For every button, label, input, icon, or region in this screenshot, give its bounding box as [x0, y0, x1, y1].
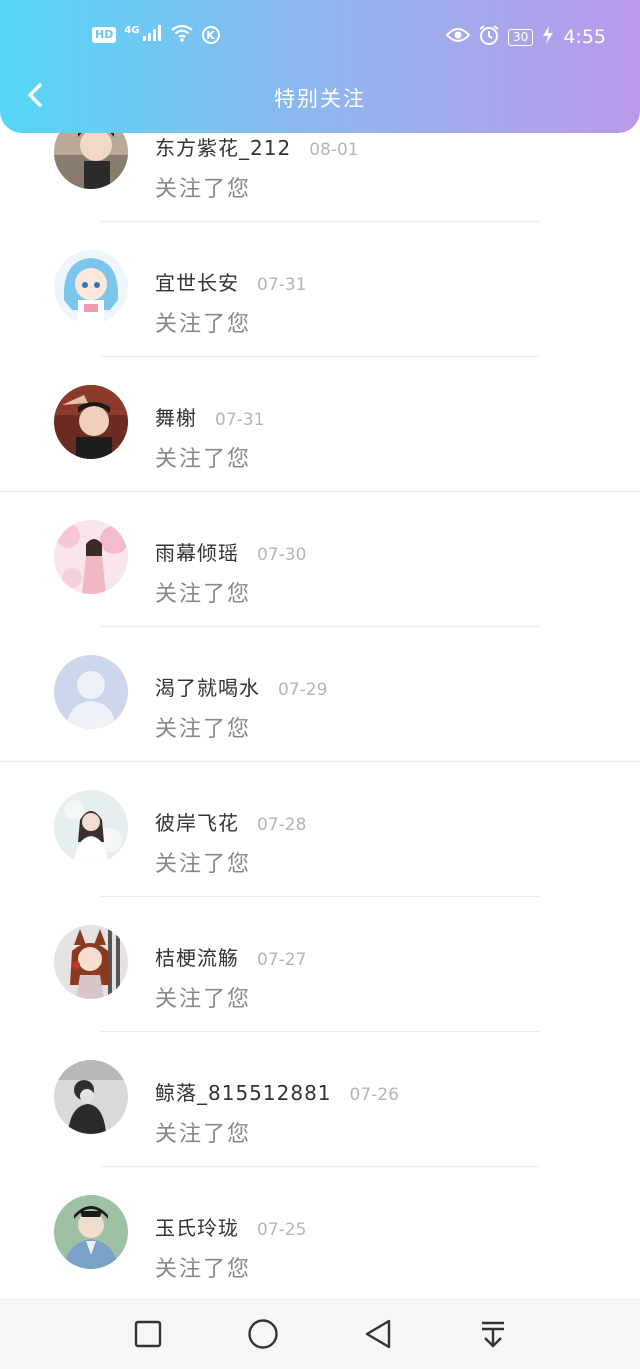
name-row: 渴了就喝水 07-29 — [155, 672, 327, 701]
name-row: 桔梗流觞 07-27 — [155, 942, 306, 971]
recent-apps-button[interactable] — [128, 1314, 168, 1354]
user-name[interactable]: 彼岸飞花 — [155, 807, 239, 836]
follow-date: 08-01 — [309, 140, 359, 160]
charging-icon — [541, 26, 555, 48]
list-item[interactable]: 舞榭 07-31 关注了您 — [0, 357, 640, 492]
avatar[interactable] — [54, 790, 128, 864]
action-text: 关注了您 — [155, 1122, 252, 1147]
pull-down-icon — [481, 1321, 504, 1347]
action-text: 关注了您 — [155, 852, 252, 877]
follow-date: 07-27 — [257, 950, 307, 970]
follow-date: 07-26 — [349, 1085, 399, 1105]
action-text: 关注了您 — [155, 1257, 252, 1282]
user-name[interactable]: 东方紫花_212 — [155, 132, 291, 161]
follow-date: 07-31 — [215, 410, 265, 430]
status-right: 30 4:55 — [445, 24, 606, 50]
list-item[interactable]: 雨幕倾瑶 07-30 关注了您 — [0, 492, 640, 627]
status-bar: HD 4G K 30 4:55 — [0, 0, 640, 70]
avatar[interactable] — [54, 1060, 128, 1134]
avatar[interactable] — [54, 655, 128, 729]
list-item[interactable]: 宜世长安 07-31 关注了您 — [0, 222, 640, 357]
user-name[interactable]: 玉氏玲珑 — [155, 1212, 239, 1241]
avatar[interactable] — [54, 520, 128, 594]
circle-icon — [247, 1318, 278, 1349]
action-text: 关注了您 — [155, 312, 252, 337]
action-text: 关注了您 — [155, 717, 252, 742]
name-row: 彼岸飞花 07-28 — [155, 807, 306, 836]
action-text: 关注了您 — [155, 987, 252, 1012]
avatar[interactable] — [54, 385, 128, 459]
page-title: 特别关注 — [274, 87, 366, 111]
status-time: 4:55 — [563, 26, 606, 48]
user-name[interactable]: 渴了就喝水 — [155, 672, 260, 701]
list-item[interactable]: 鲸落_815512881 07-26 关注了您 — [0, 1032, 640, 1167]
follow-date: 07-31 — [257, 275, 307, 295]
name-row: 舞榭 07-31 — [155, 402, 264, 431]
name-row: 东方紫花_212 08-01 — [155, 132, 359, 161]
name-row: 鲸落_815512881 07-26 — [155, 1077, 399, 1106]
action-text: 关注了您 — [155, 582, 252, 607]
battery-indicator: 30 — [508, 28, 534, 46]
avatar[interactable] — [54, 1195, 128, 1269]
back-nav-button[interactable] — [358, 1314, 398, 1354]
follower-list: 东方紫花_212 08-01 关注了您 宜世长安 07-31 关注了您 舞榭 0… — [0, 87, 640, 1302]
notification-pull-button[interactable] — [473, 1314, 513, 1354]
app-header: HD 4G K 30 4:55 特别关注 — [0, 0, 640, 133]
name-row: 玉氏玲珑 07-25 — [155, 1212, 306, 1241]
signal-icon — [142, 25, 162, 45]
alarm-icon — [478, 24, 500, 50]
user-name[interactable]: 桔梗流觞 — [155, 942, 239, 971]
wifi-icon — [170, 24, 194, 46]
user-name[interactable]: 舞榭 — [155, 402, 197, 431]
network-label: 4G — [124, 24, 140, 36]
avatar[interactable] — [54, 250, 128, 324]
square-icon — [134, 1320, 161, 1347]
follow-date: 07-30 — [257, 545, 307, 565]
user-name[interactable]: 雨幕倾瑶 — [155, 537, 239, 566]
name-row: 雨幕倾瑶 07-30 — [155, 537, 306, 566]
list-item[interactable]: 桔梗流觞 07-27 关注了您 — [0, 897, 640, 1032]
action-text: 关注了您 — [155, 447, 252, 472]
k-app-icon: K — [201, 26, 220, 44]
user-name[interactable]: 鲸落_815512881 — [155, 1077, 332, 1106]
follow-date: 07-29 — [278, 680, 328, 700]
list-item[interactable]: 彼岸飞花 07-28 关注了您 — [0, 762, 640, 897]
hd-badge: HD — [92, 27, 117, 43]
system-nav-bar — [0, 1298, 640, 1369]
triangle-back-icon — [365, 1319, 390, 1348]
follow-date: 07-28 — [257, 815, 307, 835]
user-name[interactable]: 宜世长安 — [155, 267, 239, 296]
avatar[interactable] — [54, 925, 128, 999]
action-text: 关注了您 — [155, 177, 252, 202]
name-row: 宜世长安 07-31 — [155, 267, 306, 296]
home-button[interactable] — [243, 1314, 283, 1354]
eye-icon — [445, 27, 471, 47]
list-item[interactable]: 渴了就喝水 07-29 关注了您 — [0, 627, 640, 762]
list-item[interactable]: 玉氏玲珑 07-25 关注了您 — [0, 1167, 640, 1302]
status-left: HD 4G K — [92, 24, 220, 46]
follow-date: 07-25 — [257, 1220, 307, 1240]
